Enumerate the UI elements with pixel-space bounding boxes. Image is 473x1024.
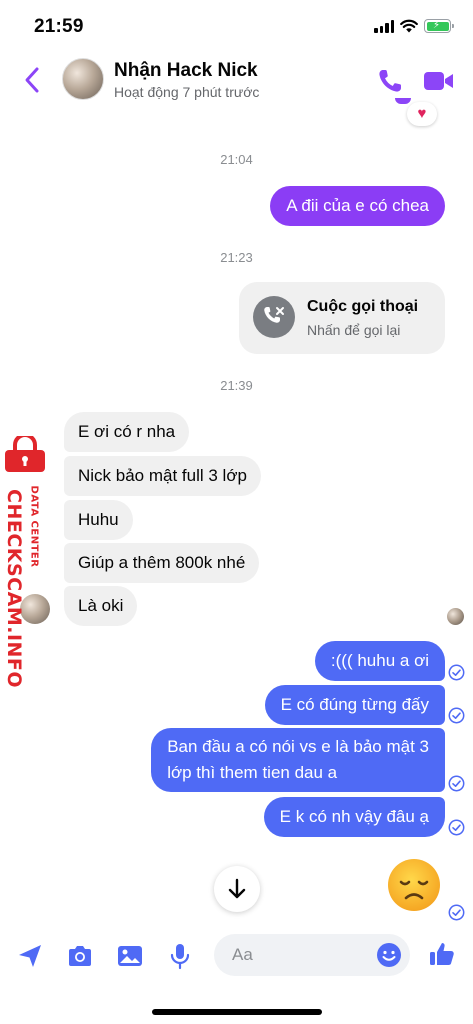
- contact-avatar[interactable]: [62, 58, 104, 100]
- sent-check-icon: [448, 775, 465, 792]
- missed-call-icon: [253, 296, 295, 338]
- message-bubble-incoming[interactable]: Huhu: [64, 500, 133, 540]
- arrow-down-icon: [228, 878, 246, 899]
- battery-charging-icon: ⚡: [424, 19, 454, 33]
- sent-check-icon: [448, 664, 465, 681]
- send-location-arrow-icon[interactable]: [16, 942, 44, 970]
- voice-call-icon[interactable]: [377, 68, 403, 94]
- sent-check-icon: [448, 707, 465, 724]
- message-input[interactable]: Aa: [214, 934, 410, 976]
- seen-avatar: [447, 608, 464, 625]
- watermark-subtitle: DATA CENTER: [28, 485, 40, 568]
- call-card-title: Cuộc gọi thoại: [307, 298, 419, 315]
- wifi-icon: [400, 19, 418, 33]
- contact-active-status: Hoạt động 7 phút trước: [114, 84, 260, 100]
- emoji-icon[interactable]: [376, 942, 402, 968]
- microphone-icon[interactable]: [166, 942, 194, 970]
- thumbs-up-icon[interactable]: [428, 940, 456, 968]
- heart-reaction-icon[interactable]: ♥: [407, 102, 437, 126]
- home-indicator: [152, 1009, 322, 1015]
- video-call-icon[interactable]: [423, 68, 455, 94]
- status-time: 21:59: [34, 16, 84, 37]
- message-bubble-outgoing[interactable]: E có đúng từng đấy: [264, 685, 445, 725]
- call-card-subtitle: Nhấn để gọi lại: [307, 322, 401, 338]
- message-composer: Aa: [0, 922, 473, 1024]
- missed-call-card[interactable]: Cuộc gọi thoại Nhấn để gọi lại: [239, 282, 445, 354]
- message-line: lớp thì them tien dau a: [167, 763, 338, 782]
- watermark-lock-icon: [5, 436, 45, 472]
- message-bubble-outgoing[interactable]: A đii của e có chea: [270, 186, 445, 226]
- message-bubble-outgoing-multiline[interactable]: Ban đầu a có nói vs e là bảo mật 3 lớp t…: [151, 728, 445, 792]
- timestamp: 21:04: [220, 152, 253, 167]
- timestamp: 21:23: [220, 250, 253, 265]
- message-bubble-incoming[interactable]: Giúp a thêm 800k nhé: [64, 543, 260, 583]
- message-bubble-outgoing[interactable]: :((( huhu a ơi: [314, 641, 445, 681]
- timestamp: 21:39: [220, 378, 253, 393]
- disappointed-emoji-icon[interactable]: [387, 858, 441, 912]
- message-bubble-outgoing[interactable]: E k có nh vậy đâu ạ: [263, 797, 445, 837]
- back-chevron-icon[interactable]: [22, 66, 44, 94]
- sent-check-icon: [448, 904, 465, 921]
- message-bubble-incoming[interactable]: Nick bảo mật full 3 lớp: [64, 456, 261, 496]
- scroll-to-bottom-button[interactable]: [214, 866, 260, 912]
- message-line: Ban đầu a có nói vs e là bảo mật 3: [167, 737, 429, 756]
- photo-gallery-icon[interactable]: [116, 942, 144, 970]
- status-icons: ⚡: [374, 19, 454, 33]
- camera-icon[interactable]: [66, 942, 94, 970]
- watermark-title: CHECKSCAM.INFO: [3, 489, 25, 689]
- message-input-placeholder: Aa: [232, 945, 253, 964]
- status-bar: 21:59 ⚡: [0, 0, 473, 52]
- sent-check-icon: [448, 819, 465, 836]
- contact-name[interactable]: Nhận Hack Nick: [114, 60, 258, 82]
- message-bubble-incoming[interactable]: E ơi có r nha: [64, 412, 190, 452]
- message-bubble-incoming[interactable]: Là oki: [64, 586, 138, 626]
- cellular-signal-icon: [374, 19, 394, 33]
